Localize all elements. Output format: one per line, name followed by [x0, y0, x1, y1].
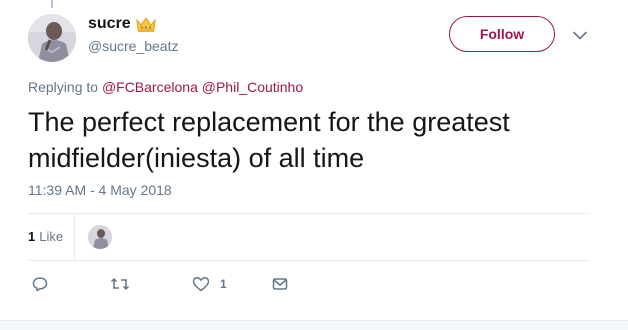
user-handle[interactable]: @sucre_beatz	[88, 38, 178, 54]
display-name[interactable]: sucre	[88, 15, 131, 33]
avatar[interactable]	[28, 14, 76, 62]
reply-icon	[32, 276, 48, 292]
direct-message-icon	[272, 276, 288, 292]
tweet-stats: 1 Like	[28, 213, 590, 260]
mention-link[interactable]: @FCBarcelona	[102, 79, 198, 95]
tweet-timestamp[interactable]: 11:39 AM - 4 May 2018	[28, 182, 172, 198]
reply-button[interactable]	[32, 270, 48, 298]
mention-link[interactable]: @Phil_Coutinho	[202, 79, 303, 95]
divider	[28, 260, 590, 261]
likes-count: 1	[28, 229, 36, 244]
liker-avatar[interactable]	[88, 225, 112, 249]
crown-icon	[135, 15, 157, 33]
follow-button[interactable]: Follow	[449, 16, 555, 52]
direct-message-button[interactable]	[272, 270, 288, 298]
tweet-card: sucre @sucre_beatz Follow Replying to @F…	[0, 0, 628, 330]
likes-stat[interactable]: 1 Like	[28, 229, 63, 244]
name-row: sucre	[88, 13, 157, 35]
like-count: 1	[220, 277, 227, 291]
chevron-down-icon[interactable]	[571, 26, 589, 44]
retweet-button[interactable]	[110, 270, 130, 298]
like-button[interactable]: 1	[192, 270, 227, 298]
thread-line	[51, 0, 53, 8]
stats-separator	[74, 213, 75, 260]
retweet-icon	[110, 276, 130, 292]
tweet-actions: 1	[28, 270, 590, 298]
bottom-band	[0, 320, 628, 330]
tweet-text: The perfect replacement for the greatest…	[28, 107, 510, 173]
likes-label: Like	[39, 229, 64, 244]
heart-icon	[192, 276, 210, 292]
reply-context: Replying to @FCBarcelona @Phil_Coutinho	[28, 79, 303, 95]
reply-prefix: Replying to	[28, 79, 99, 95]
